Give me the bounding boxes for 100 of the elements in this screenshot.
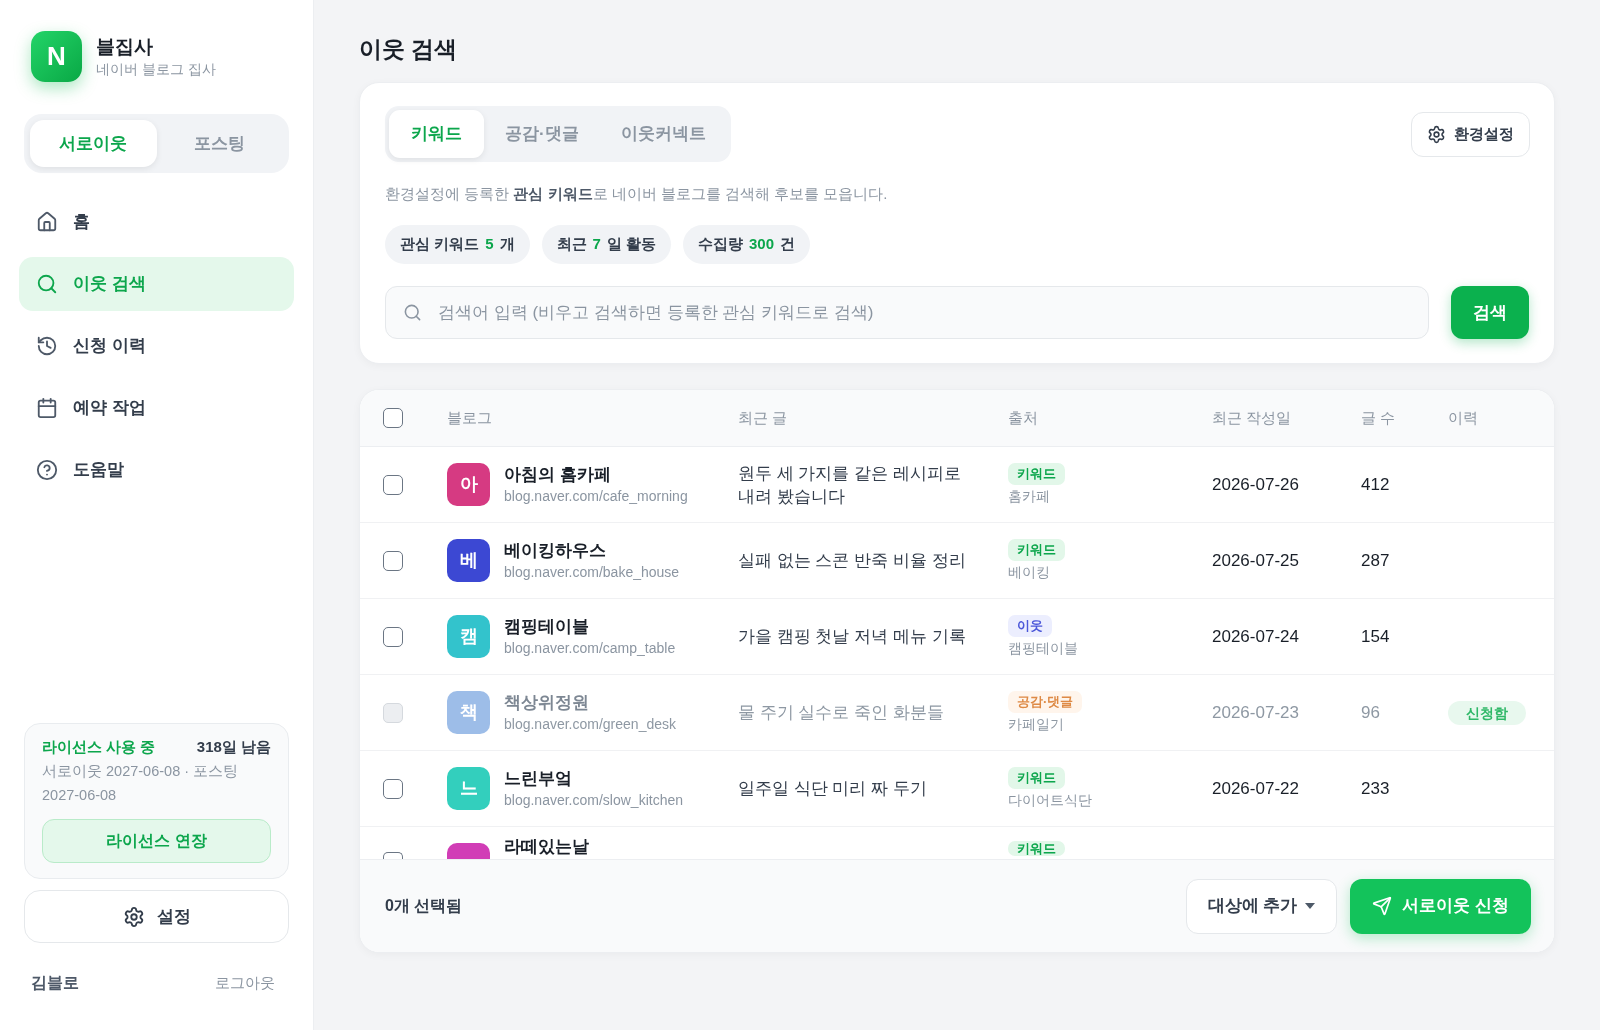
calendar-icon <box>36 397 58 419</box>
blog-name: 느린부엌 <box>504 767 573 790</box>
settings-icon <box>122 905 145 928</box>
app-logo: N <box>31 31 82 82</box>
license-status: 라이선스 사용 중 <box>42 737 156 757</box>
blog-name: 아침의 홈카페 <box>504 463 612 486</box>
app-title: 블집사 <box>96 34 154 59</box>
license-detail: 서로이웃 2027-06-08 · 포스팅 2027-06-08 <box>42 762 240 805</box>
blog-avatar: 캠 <box>447 615 490 658</box>
history-tag: 신청함 <box>1448 700 1526 725</box>
help-icon <box>36 459 58 481</box>
stat-label: 관심 키워드 <box>400 234 480 255</box>
caret-icon <box>1305 903 1316 909</box>
blog-url: blog.naver.com/camp_table <box>504 638 676 658</box>
post-date: 2026-07-25 <box>1212 550 1299 570</box>
nav-item[interactable]: 예약 작업 <box>19 381 294 435</box>
blog-url: blog.naver.com/slow_kitchen <box>504 790 683 810</box>
license-remaining: 318일 남음 <box>196 737 271 757</box>
preferences-button[interactable]: 환경설정 <box>1411 112 1530 157</box>
stat-unit: 개 <box>499 234 515 255</box>
checkbox[interactable] <box>383 474 403 495</box>
add-to-targets-button[interactable]: 대상에 추가 <box>1185 878 1338 934</box>
blog-name: 베이킹하우스 <box>504 539 607 562</box>
stat-label: 수집량 <box>698 234 744 255</box>
source-tag: 공감·댓글 <box>1008 691 1083 713</box>
source-tag: 키워드 <box>1008 463 1065 485</box>
post-count: 287 <box>1361 550 1390 570</box>
logout-link[interactable]: 로그아웃 <box>215 973 275 993</box>
source-tag: 이웃 <box>1008 615 1052 637</box>
recent-post: 실패 없는 스콘 반죽 비율 정리 <box>738 550 967 572</box>
tab[interactable]: 이웃커넥트 <box>599 110 727 158</box>
column-header: 최근 작성일 <box>1212 407 1292 428</box>
blog-name: 라떼있는날 <box>504 836 589 858</box>
settings-icon <box>1427 125 1446 144</box>
checkbox[interactable] <box>383 408 403 428</box>
recent-post: 가을 캠핑 첫날 저녁 메뉴 기록 <box>738 626 967 648</box>
settings-button[interactable]: 설정 <box>24 890 289 943</box>
recent-post: 원두 세 가지를 같은 레시피로 내려 봤습니다 <box>738 462 962 508</box>
search-icon <box>403 303 422 322</box>
checkbox[interactable] <box>383 626 403 647</box>
recent-post: 물 주기 실수로 죽인 화분들 <box>738 702 945 724</box>
nav-item[interactable]: 신청 이력 <box>19 319 294 373</box>
post-count: 96 <box>1361 702 1380 722</box>
source-detail: 카페일기 <box>1008 715 1064 734</box>
post-date: 2026-07-22 <box>1212 778 1299 798</box>
home-icon <box>36 211 58 233</box>
send-request-button[interactable]: 서로이웃 신청 <box>1350 878 1531 934</box>
column-header: 출처 <box>1008 407 1038 428</box>
blog-avatar: 느 <box>447 767 490 810</box>
source-detail: 캠핑테이블 <box>1008 639 1078 658</box>
blog-avatar: 베 <box>447 539 490 582</box>
tab[interactable]: 키워드 <box>389 110 484 158</box>
nav-item[interactable]: 도움말 <box>19 443 294 497</box>
source-detail: 베이킹 <box>1008 563 1050 582</box>
column-header: 글 수 <box>1361 407 1396 428</box>
post-date: 2026-07-24 <box>1212 626 1299 646</box>
page-title: 이웃 검색 <box>359 35 459 64</box>
column-header: 블로그 <box>447 407 492 428</box>
app-subtitle: 네이버 블로그 집사 <box>96 59 216 79</box>
blog-name: 캠핑테이블 <box>504 615 590 638</box>
history-icon <box>36 335 58 357</box>
post-count: 233 <box>1361 778 1390 798</box>
column-header: 이력 <box>1448 407 1478 428</box>
checkbox[interactable] <box>383 778 403 799</box>
nav-item[interactable]: 홈 <box>19 195 294 249</box>
search-icon <box>36 273 58 295</box>
checkbox[interactable] <box>383 550 403 571</box>
mode-tab[interactable]: 서로이웃 <box>30 120 157 167</box>
post-count: 412 <box>1361 474 1390 494</box>
stat-unit: 일 활동 <box>606 234 657 255</box>
stat-value: 5 <box>485 234 494 255</box>
license-renew-button[interactable]: 라이선스 연장 <box>42 819 271 863</box>
post-date: 2026-07-26 <box>1212 474 1299 494</box>
tab[interactable]: 공감·댓글 <box>484 110 600 158</box>
blog-url: blog.naver.com/bake_house <box>504 562 680 582</box>
user-name: 김블로 <box>31 973 79 993</box>
nav-item[interactable]: 이웃 검색 <box>19 257 294 311</box>
blog-avatar: 책 <box>447 691 490 734</box>
search-button[interactable]: 검색 <box>1451 286 1529 339</box>
blog-avatar: 아 <box>447 463 490 506</box>
search-description: 환경설정에 등록한 관심 키워드로 네이버 블로그를 검색해 후보를 모읍니다. <box>385 184 889 204</box>
stat-unit: 건 <box>780 234 796 255</box>
source-tag: 키워드 <box>1008 841 1065 856</box>
blog-url: blog.naver.com/green_desk <box>504 714 676 734</box>
post-count: 154 <box>1361 626 1390 646</box>
blog-url: blog.naver.com/cafe_morning <box>504 486 688 506</box>
stat-value: 7 <box>592 234 601 255</box>
post-date: 2026-07-23 <box>1212 702 1299 722</box>
stat-label: 최근 <box>556 234 587 255</box>
source-detail: 다이어트식단 <box>1008 791 1092 810</box>
source-detail: 홈카페 <box>1008 487 1050 506</box>
recent-post: 일주일 식단 미리 짜 두기 <box>738 778 928 800</box>
column-header: 최근 글 <box>738 407 788 428</box>
send-icon <box>1372 896 1393 916</box>
source-tag: 키워드 <box>1008 767 1065 789</box>
selection-count: 0개 선택됨 <box>385 896 463 916</box>
search-field[interactable]: 검색어 입력 (비우고 검색하면 등록한 관심 키워드로 검색) <box>385 286 1429 339</box>
mode-tab[interactable]: 포스팅 <box>156 120 283 167</box>
source-tag: 키워드 <box>1008 539 1065 561</box>
stat-value: 300 <box>749 234 775 255</box>
